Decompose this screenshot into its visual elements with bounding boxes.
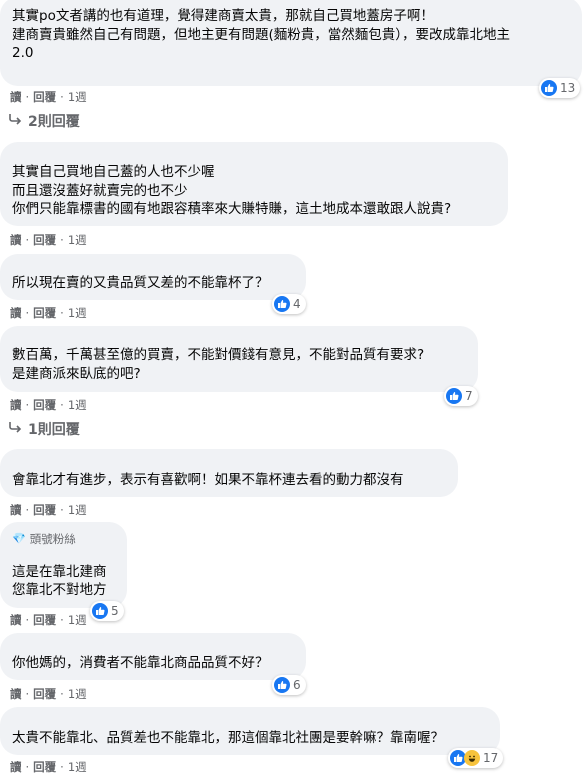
timestamp[interactable]: 1週 [68, 232, 87, 248]
view-replies-link[interactable]: 1則回覆 [8, 419, 80, 439]
diamond-icon: 💎 [12, 532, 26, 545]
reaction-summary[interactable]: 6 [272, 675, 306, 695]
top-fan-badge: 💎 頭號粉絲 [12, 530, 115, 549]
reaction-summary[interactable]: 7 [444, 386, 478, 406]
like-icon [541, 80, 557, 96]
comment-bubble: 其實自己買地自己蓋的人也不少喔 而且還沒蓋好就賣完的也不少 你們只能靠標書的國有… [0, 142, 508, 226]
badge-label: 頭號粉絲 [29, 532, 76, 546]
comment-actions: 讀 · 回覆 · 1週 [10, 305, 87, 321]
comment-text: 其實po文者講的也有道理，覺得建商賣太貴，那就自己買地蓋房子啊！ [12, 8, 434, 24]
timestamp[interactable]: 1週 [68, 686, 87, 702]
comment-bubble: 其實po文者講的也有道理，覺得建商賣太貴，那就自己買地蓋房子啊！ 建商賣貴雖然自… [0, 0, 582, 86]
like-icon [274, 677, 290, 693]
comment-actions: 讀 · 回覆 · 1週 [10, 612, 87, 628]
view-replies-link[interactable]: 2則回覆 [8, 111, 80, 131]
comment-actions: 讀 · 回覆 · 1週 [10, 89, 87, 105]
reply-link[interactable]: 回覆 [33, 305, 56, 321]
read-link[interactable]: 讀 [10, 397, 22, 413]
comment-actions: 讀 · 回覆 · 1週 [10, 686, 87, 702]
timestamp[interactable]: 1週 [68, 89, 87, 105]
read-link[interactable]: 讀 [10, 232, 22, 248]
timestamp[interactable]: 1週 [68, 759, 87, 775]
read-link[interactable]: 讀 [10, 686, 22, 702]
timestamp[interactable]: 1週 [68, 397, 87, 413]
like-icon [446, 388, 462, 404]
comment-bubble: 太貴不能靠北、品質差也不能靠北，那這個靠北社團是要幹嘛？靠南喔？ [0, 707, 500, 755]
comment-text: 您靠北不對地方 [12, 582, 107, 598]
timestamp[interactable]: 1週 [68, 305, 87, 321]
comment-text: 而且還沒蓋好就賣完的也不少 [12, 182, 188, 199]
comment-text: 所以現在賣的又貴品質又差的不能靠杯了？ [12, 275, 269, 291]
reaction-summary[interactable]: 17 [448, 748, 504, 768]
reaction-summary[interactable]: 5 [90, 601, 124, 621]
comment-text: 太貴不能靠北、品質差也不能靠北，那這個靠北社團是要幹嘛？靠南喔？ [12, 730, 444, 746]
comment-text: 這是在靠北建商 [12, 563, 107, 580]
comment-bubble: 會靠北才有進步，表示有喜歡啊！如果不靠杯連去看的動力都沒有 [0, 449, 458, 497]
read-link[interactable]: 讀 [10, 759, 22, 775]
reply-link[interactable]: 回覆 [33, 397, 56, 413]
reaction-count: 7 [465, 389, 473, 403]
comment-bubble: 所以現在賣的又貴品質又差的不能靠杯了？ [0, 254, 306, 300]
comment-actions: 讀 · 回覆 · 1週 [10, 232, 87, 248]
read-link[interactable]: 讀 [10, 305, 22, 321]
reply-link[interactable]: 回覆 [33, 89, 56, 105]
comment-text: 是建商派來臥底的吧? [12, 365, 141, 382]
timestamp[interactable]: 1週 [68, 502, 87, 518]
comment-text: 數百萬，千萬甚至億的買賣，不能對價錢有意見，不能對品質有要求? [12, 347, 425, 363]
comment-bubble: 你他媽的，消費者不能靠北商品品質不好？ [0, 633, 306, 680]
comment-actions: 讀 · 回覆 · 1週 [10, 397, 87, 413]
comment-actions: 讀 · 回覆 · 1週 [10, 502, 87, 518]
reaction-summary[interactable]: 4 [272, 294, 306, 314]
read-link[interactable]: 讀 [10, 89, 22, 105]
reaction-count: 17 [483, 751, 499, 765]
replies-count: 1則回覆 [28, 422, 80, 438]
replies-count: 2則回覆 [28, 114, 80, 130]
reaction-summary[interactable]: 13 [539, 78, 581, 98]
comment-bubble: 數百萬，千萬甚至億的買賣，不能對價錢有意見，不能對品質有要求? 是建商派來臥底的… [0, 326, 478, 392]
like-icon [92, 603, 108, 619]
comment-text: 你們只能靠標書的國有地跟容積率來大賺特賺，這土地成本還敢跟人說貴? [12, 201, 452, 217]
timestamp[interactable]: 1週 [68, 612, 87, 628]
reply-link[interactable]: 回覆 [33, 232, 56, 248]
like-icon [274, 296, 290, 312]
reply-link[interactable]: 回覆 [33, 612, 56, 628]
comment-text: 你他媽的，消費者不能靠北商品品質不好？ [12, 655, 269, 671]
comment-actions: 讀 · 回覆 · 1週 [10, 759, 87, 775]
comment-text: 建商賣貴雖然自己有問題，但地主更有問題(麵粉貴，當然麵包貴），要改成靠北地主 [12, 26, 511, 43]
haha-icon [464, 750, 480, 766]
comment-bubble: 💎 頭號粉絲 這是在靠北建商 您靠北不對地方 [0, 522, 127, 608]
reaction-count: 6 [293, 678, 301, 692]
read-link[interactable]: 讀 [10, 502, 22, 518]
reply-link[interactable]: 回覆 [33, 686, 56, 702]
reaction-count: 5 [111, 604, 119, 618]
reply-arrow-icon [8, 113, 22, 129]
comment-text: 會靠北才有進步，表示有喜歡啊！如果不靠杯連去看的動力都沒有 [12, 472, 404, 488]
read-link[interactable]: 讀 [10, 612, 22, 628]
comment-text: 其實自己買地自己蓋的人也不少喔 [12, 164, 215, 180]
reply-arrow-icon [8, 421, 22, 437]
comment-thread: 其實po文者講的也有道理，覺得建商賣太貴，那就自己買地蓋房子啊！ 建商賣貴雖然自… [0, 0, 587, 774]
reaction-count: 4 [293, 297, 301, 311]
reaction-count: 13 [560, 81, 576, 95]
reply-link[interactable]: 回覆 [33, 502, 56, 518]
comment-text: 2.0 [12, 45, 34, 61]
reply-link[interactable]: 回覆 [33, 759, 56, 775]
